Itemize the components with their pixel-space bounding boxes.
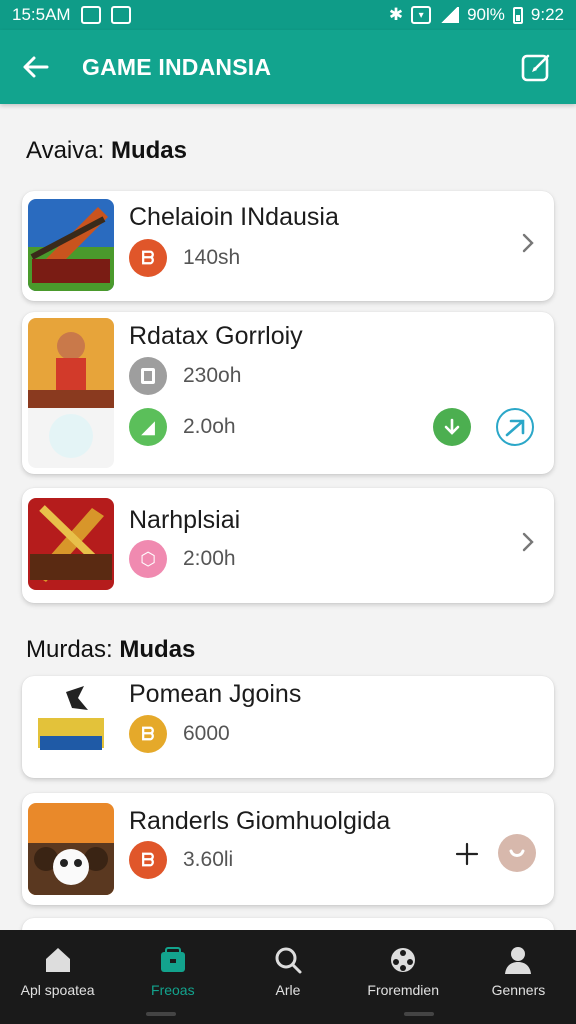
square-icon [129,357,167,395]
nav-item-store[interactable]: Freoas [115,930,230,1024]
person-icon [505,947,532,974]
nav-label: Genners [491,982,546,998]
back-button[interactable] [0,30,70,104]
curve-icon [509,849,525,857]
game-title: Rdatax Gorrloiy [129,322,303,350]
status-time-left: 15:5AM [12,5,71,24]
hexagon-icon: ⬡ [129,540,167,578]
nav-item-games[interactable]: Froremdien [346,930,461,1024]
system-back-hint [146,1012,176,1016]
game-duration: 140sh [183,246,241,269]
add-icon[interactable] [454,841,480,867]
battery-icon [512,6,523,24]
game-duration: 2:00h [183,547,236,570]
store-icon [160,947,185,972]
nav-label: Freoas [151,982,195,998]
game-title: Narhplsiai [129,506,241,534]
status-time-right: 9:22 [530,5,564,24]
nav-item-search[interactable]: Arle [230,930,345,1024]
more-button[interactable] [498,834,536,872]
game-thumbnail [28,498,114,590]
game-title: Chelaioin INdausia [129,203,339,231]
chevron-right-icon[interactable] [518,231,538,255]
game-meta-secondary: ◢ 2.0oh [129,408,236,446]
home-icon [45,948,70,972]
game-card[interactable]: Rdatax Gorrloiy 230oh ◢ 2.0oh [22,312,554,474]
game-card[interactable]: Chelaioin INdausia ᗷ 140sh [22,191,554,301]
game-thumbnail [28,680,114,772]
game-title: Randerls Giomhuolgida [129,807,391,835]
arrow-left-icon [23,56,49,78]
battery-percent: 90l% [467,5,505,24]
section-title-more: Murdas: Mudas [26,636,195,664]
game-card[interactable]: Narhplsiai ⬡ 2:00h [22,488,554,603]
section-title-available: Avaiva: Mudas [26,137,187,165]
send-icon [505,419,525,437]
nav-label: Arle [275,982,301,998]
game-card[interactable]: Randerls Giomhuolgida ᗷ 3.60li [22,793,554,905]
check-icon: ◢ [129,408,167,446]
section-title-bold: Mudas [119,636,196,663]
game-thumbnail [28,318,114,468]
game-thumbnail [28,199,114,291]
nav-label: Apl spoatea [20,982,95,998]
download-button[interactable] [433,408,471,446]
nav-label: Froremdien [367,982,439,998]
signal-icon [439,7,460,23]
section-title-prefix: Avaiva: [26,137,105,164]
game-meta: ⬡ 2:00h [129,540,236,578]
gamepad-icon [391,948,416,972]
tag-icon: ᗷ [129,841,167,879]
game-duration: 3.60li [183,848,234,871]
game-meta: 230oh [129,357,241,395]
chevron-right-icon[interactable] [518,530,538,554]
arrow-down-icon [444,418,460,435]
game-card[interactable]: Pomean Jgoins ᗷ 6000 [22,676,554,778]
system-recents-hint [404,1012,434,1016]
gallery-icon [110,6,131,24]
bottom-navigation: Apl spoatea Freoas Arle Froremdien Genne… [0,930,576,1024]
game-thumbnail [28,803,114,895]
game-duration-secondary: 2.0oh [183,415,236,438]
game-duration: 6000 [183,722,230,745]
game-title: Pomean Jgoins [129,680,302,708]
section-title-bold: Mudas [110,137,187,164]
game-meta: ᗷ 3.60li [129,841,233,879]
game-duration: 230oh [183,364,242,387]
section-title-prefix: Murdas: [26,636,113,663]
search-icon [275,947,302,974]
coin-icon: ᗷ [129,715,167,753]
game-meta: ᗷ 6000 [129,715,230,753]
edit-square-icon[interactable] [520,51,552,83]
status-bar: 15:5AM ✱ ▾ 90l% 9:22 [0,0,576,30]
page-title: GAME INDANSIA [82,53,272,80]
app-bar: GAME INDANSIA [0,30,576,104]
nav-item-home[interactable]: Apl spoatea [0,930,115,1024]
nav-item-profile[interactable]: Genners [461,930,576,1024]
tag-icon: ᗷ [129,239,167,277]
shield-icon: ▾ [411,6,432,24]
game-meta: ᗷ 140sh [129,239,240,277]
share-button[interactable] [496,408,534,446]
bluetooth-icon: ✱ [388,5,404,24]
notification-icon [80,6,101,24]
